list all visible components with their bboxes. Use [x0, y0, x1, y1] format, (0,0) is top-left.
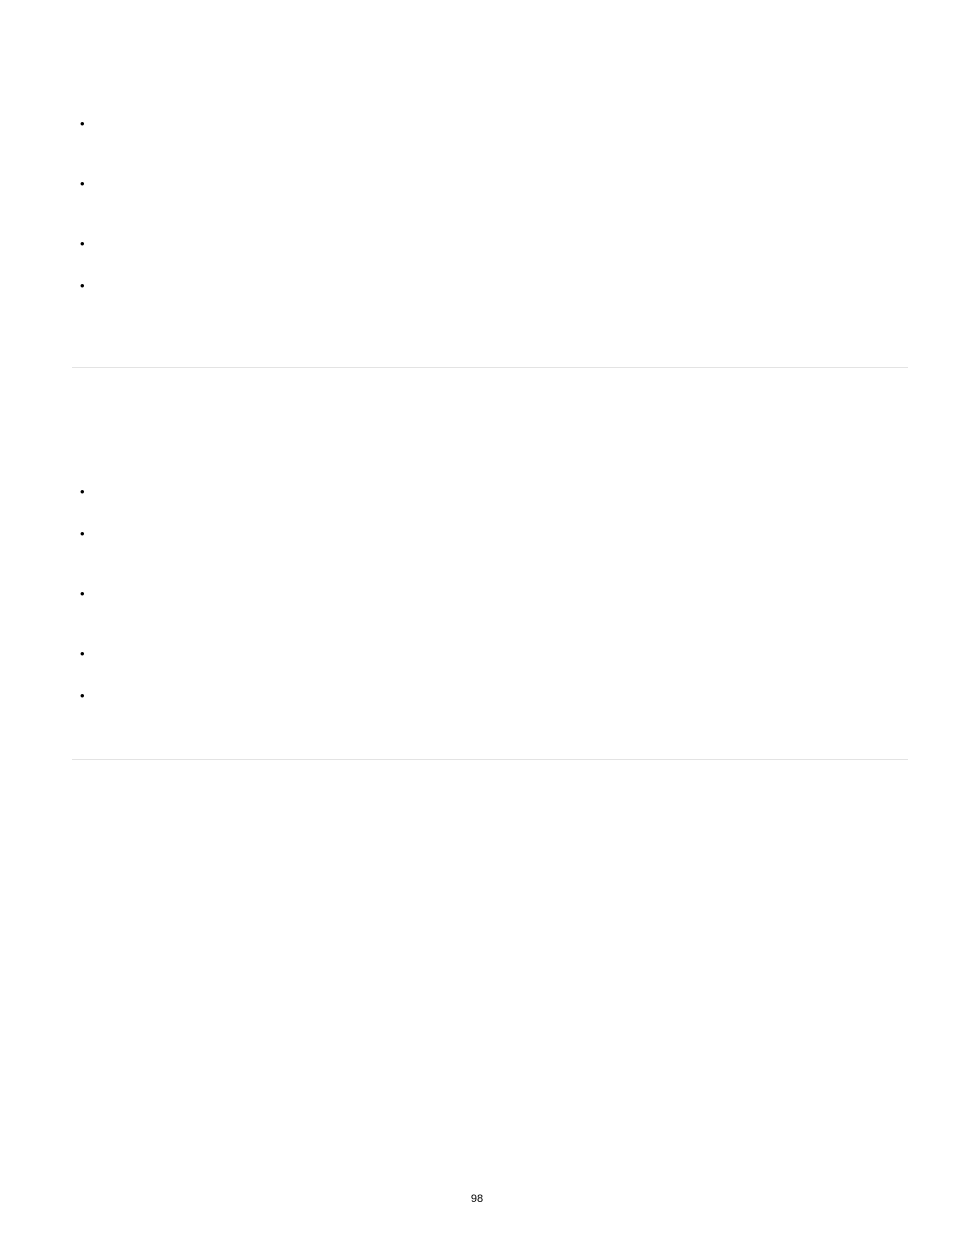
- list-item: [72, 687, 908, 707]
- list-item: [72, 115, 908, 155]
- bullet-list-2: [72, 483, 908, 707]
- content-area: [72, 115, 908, 760]
- list-item: [72, 483, 908, 503]
- list-item: [72, 175, 908, 215]
- list-item: [72, 277, 908, 317]
- page: 98: [0, 0, 954, 1235]
- list-item: [72, 235, 908, 255]
- list-item: [72, 645, 908, 665]
- page-number: 98: [0, 1193, 954, 1205]
- list-item: [72, 585, 908, 625]
- section-2: [72, 483, 908, 760]
- bullet-list-1: [72, 115, 908, 317]
- list-item: [72, 525, 908, 565]
- horizontal-rule: [72, 367, 908, 368]
- horizontal-rule: [72, 759, 908, 760]
